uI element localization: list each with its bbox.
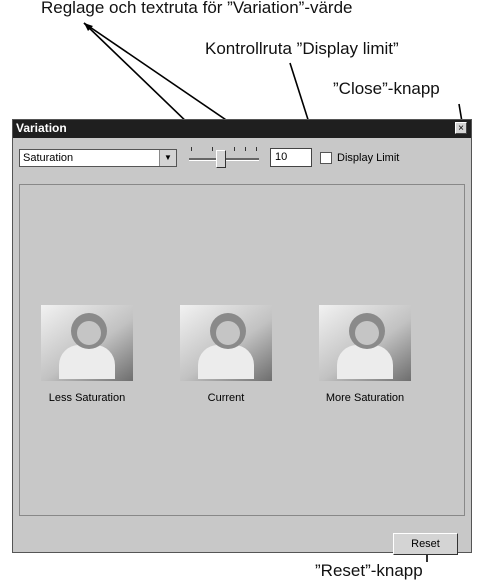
slider-tick [245, 147, 246, 151]
window-title: Variation [16, 121, 67, 135]
slider-tick [212, 147, 213, 151]
reset-button[interactable]: Reset [393, 533, 458, 555]
callout-close: ”Close”-knapp [333, 79, 440, 98]
current-thumbnail [180, 305, 272, 381]
callout-slider-textbox: Reglage och textruta för ”Variation”-vär… [41, 0, 353, 17]
slider-thumb[interactable] [216, 150, 227, 168]
variation-preview-panel: Less Saturation Current More Saturation [19, 184, 465, 516]
variation-value-input[interactable]: 10 [270, 148, 312, 167]
callout-display-limit: Kontrollruta ”Display limit” [205, 39, 399, 58]
slider-tick [191, 147, 192, 151]
chevron-down-icon[interactable]: ▼ [159, 150, 176, 166]
slider-tick [256, 147, 257, 151]
baby-body [337, 345, 393, 379]
baby-body [198, 345, 254, 379]
thumbnail-caption-more: More Saturation [325, 392, 405, 404]
less-thumbnail[interactable] [41, 305, 133, 381]
variation-type-dropdown[interactable]: Saturation ▼ [19, 149, 177, 167]
close-button[interactable]: × [455, 122, 467, 134]
baby-body [59, 345, 115, 379]
display-limit-label: Display Limit [337, 152, 400, 164]
variation-window: Variation × Saturation ▼ 10 Display Limi… [12, 119, 472, 555]
more-thumbnail[interactable] [319, 305, 411, 381]
callout-reset: ”Reset”-knapp [315, 561, 423, 580]
slider-tick [234, 147, 235, 151]
title-bar: Variation × [13, 120, 471, 138]
display-limit-checkbox[interactable] [320, 152, 332, 164]
dropdown-value: Saturation [23, 152, 74, 164]
baby-face [355, 321, 379, 345]
thumbnail-caption-less: Less Saturation [48, 392, 126, 404]
variation-slider[interactable] [189, 145, 259, 171]
thumbnail-caption-current: Current [207, 392, 245, 404]
baby-face [77, 321, 101, 345]
baby-face [216, 321, 240, 345]
